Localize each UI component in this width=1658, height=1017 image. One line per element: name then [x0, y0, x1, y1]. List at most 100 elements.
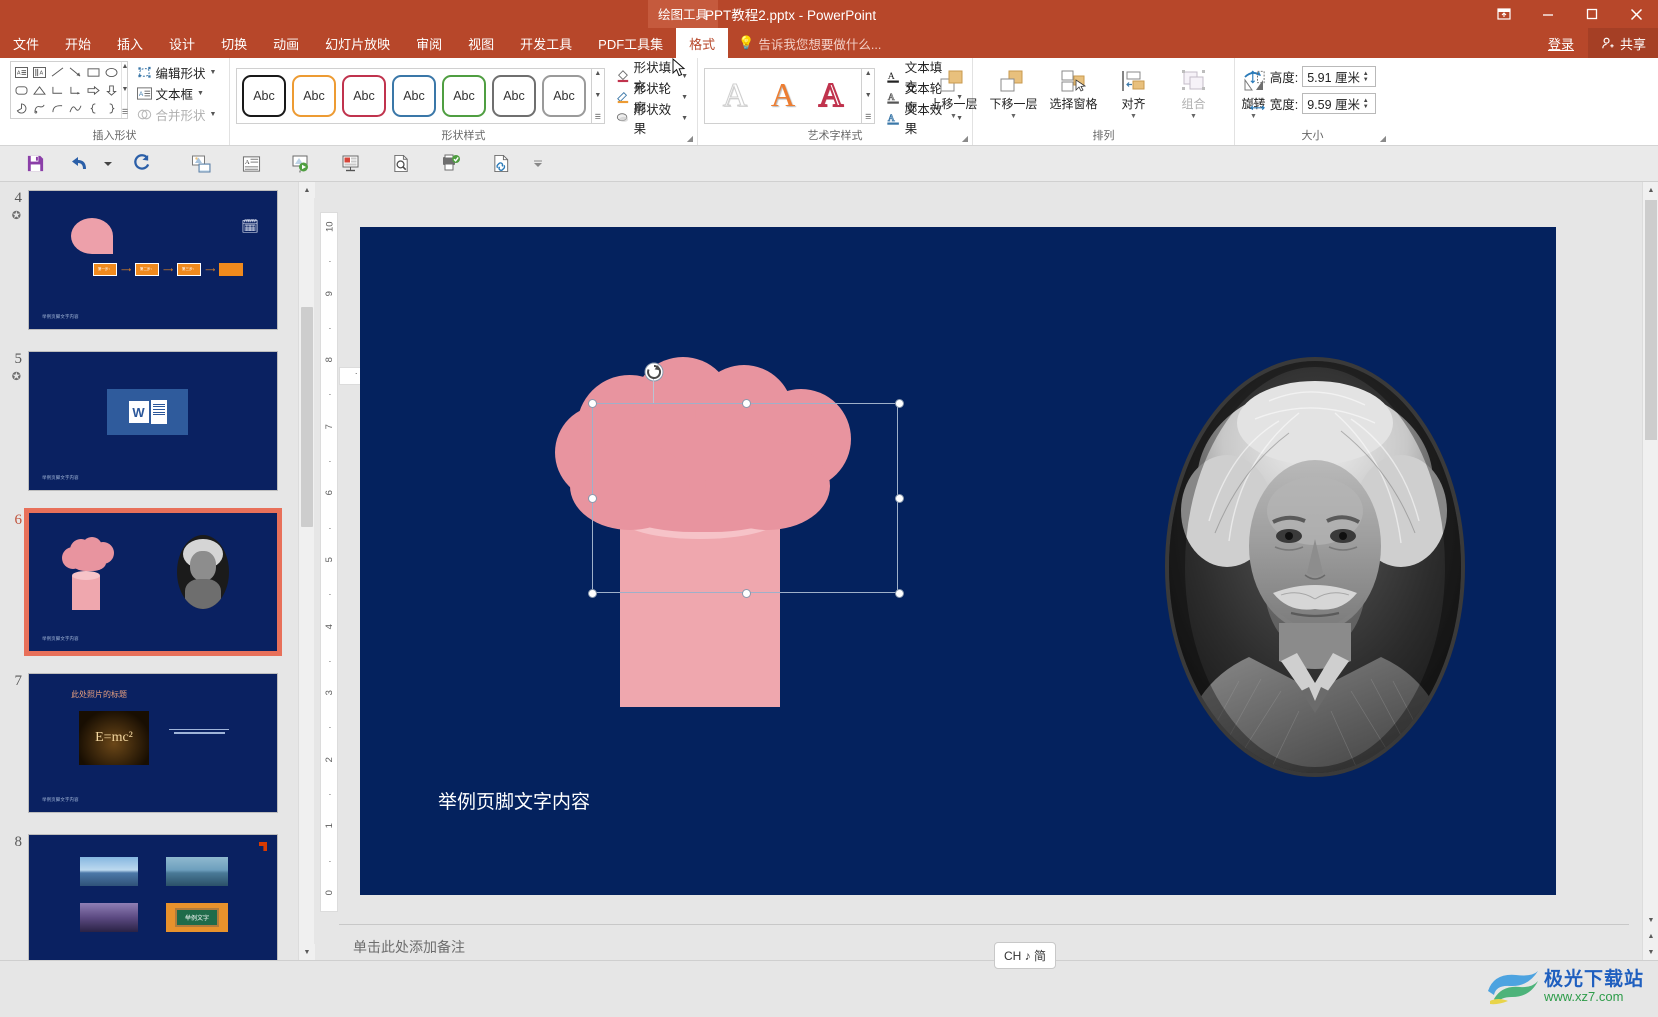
shape-style-swatch[interactable]: Abc [342, 75, 386, 117]
styles-scroll-down-icon[interactable]: ▼ [594, 92, 601, 100]
shape-effects-button[interactable]: 形状效果 ▼ [613, 103, 691, 136]
portrait-image[interactable] [1165, 357, 1465, 777]
slide-thumbnail-item-selected[interactable]: 6 举例页脚文字内容 [0, 508, 298, 656]
slide-thumb-5[interactable]: W 举例页脚文字内容 [28, 351, 278, 491]
shape-right-brace-icon[interactable] [103, 99, 121, 117]
selection-pane-button[interactable]: 选择窗格 [1044, 64, 1104, 111]
slide-thumb-4[interactable]: 🗓 第一步： ⟶ 第二步： ⟶ 第三步： ⟶ 举例页脚文字内容 [28, 190, 278, 330]
shape-triangle-icon[interactable] [31, 81, 49, 99]
resize-handle-s[interactable] [742, 589, 751, 598]
chevron-down-icon[interactable]: ▼ [681, 94, 688, 101]
width-stepper[interactable]: ▲ ▼ [1360, 98, 1371, 110]
thumbnail-pane-scrollbar[interactable]: ▲ ▼ [298, 182, 315, 960]
tab-developer[interactable]: 开发工具 [507, 28, 585, 58]
next-slide-icon[interactable]: ▼ [1643, 944, 1658, 960]
shape-ellipse-icon[interactable] [103, 63, 121, 81]
styles-scroll-up-icon[interactable]: ▲ [594, 70, 601, 78]
tab-home[interactable]: 开始 [52, 28, 104, 58]
start-presentation-icon[interactable] [176, 148, 226, 180]
tab-slideshow[interactable]: 幻灯片放映 [312, 28, 403, 58]
bring-forward-button[interactable]: 上移一层 ▼ [924, 64, 984, 120]
ime-indicator[interactable]: CH ♪ 简 [994, 942, 1057, 969]
shape-style-swatch[interactable]: Abc [442, 75, 486, 117]
shape-elbow-arrow-icon[interactable] [67, 81, 85, 99]
slide-thumbnail-item[interactable]: 4 ✪ 🗓 第一步： ⟶ 第二步： ⟶ 第三步： ⟶ 举例页脚文字内容 [0, 190, 298, 330]
chevron-down-icon[interactable]: ▼ [681, 115, 688, 122]
wordart-styles-gallery[interactable]: A A A [704, 68, 862, 124]
slide-thumbnail-item[interactable]: 5 ✪ W 举例页脚文字内容 [0, 351, 298, 491]
sign-in-link[interactable]: 登录 [1534, 34, 1588, 53]
shape-arrow-icon[interactable] [67, 63, 85, 81]
text-box-button[interactable]: A 文本框 ▼ [134, 84, 220, 102]
tab-design[interactable]: 设计 [156, 28, 208, 58]
shape-arc-icon[interactable] [49, 99, 67, 117]
scrollbar-thumb[interactable] [301, 307, 313, 527]
wordart-styles-dialog-launcher[interactable]: ◢ [962, 134, 968, 143]
undo-icon[interactable] [60, 148, 100, 180]
minimize-button[interactable] [1526, 0, 1570, 28]
resize-handle-ne[interactable] [895, 399, 904, 408]
chevron-down-icon[interactable]: ▼ [210, 69, 217, 76]
tab-review[interactable]: 审阅 [403, 28, 455, 58]
height-stepper[interactable]: ▲ ▼ [1360, 71, 1371, 83]
shape-styles-dialog-launcher[interactable]: ◢ [687, 134, 693, 143]
tab-file[interactable]: 文件 [0, 28, 52, 58]
shape-rectangle-icon[interactable] [85, 63, 103, 81]
wordart-scroll-down-icon[interactable]: ▼ [865, 92, 872, 100]
shape-rounded-rect-icon[interactable] [13, 81, 31, 99]
send-backward-button[interactable]: 下移一层 ▼ [984, 64, 1044, 120]
export-pdf-icon[interactable] [426, 148, 476, 180]
scroll-down-icon[interactable]: ▼ [1643, 912, 1658, 928]
resize-handle-e[interactable] [895, 494, 904, 503]
wordart-swatch[interactable]: A [711, 74, 759, 118]
shape-right-arrow-icon[interactable] [85, 81, 103, 99]
tab-transitions[interactable]: 切换 [208, 28, 260, 58]
wordart-gallery-more-icon[interactable]: ☰ [865, 114, 871, 122]
scroll-up-icon[interactable]: ▲ [1643, 182, 1658, 198]
chevron-down-icon[interactable]: ▼ [1130, 113, 1137, 120]
hyperlink-icon[interactable] [476, 148, 526, 180]
shape-style-swatch[interactable]: Abc [242, 75, 286, 117]
shape-freeform-icon[interactable] [31, 99, 49, 117]
previous-slide-icon[interactable]: ▲ [1643, 928, 1658, 944]
qat-more-icon[interactable] [526, 148, 550, 180]
size-dialog-launcher[interactable]: ◢ [1380, 134, 1386, 143]
shape-styles-scrollbar[interactable]: ▲ ▼ ☰ [592, 68, 605, 124]
resize-handle-w[interactable] [588, 494, 597, 503]
redo-icon[interactable] [116, 148, 166, 180]
notes-pane[interactable]: 单击此处添加备注 [339, 924, 1629, 964]
resize-handle-nw[interactable] [588, 399, 597, 408]
wordart-swatch[interactable]: A [759, 74, 807, 118]
align-button[interactable]: 对齐 ▼ [1104, 64, 1164, 120]
height-input[interactable]: 5.91 厘米 ▲ ▼ [1302, 66, 1377, 87]
share-button[interactable]: 共享 [1587, 28, 1658, 58]
slide-thumb-7[interactable]: 此处照片的标题 E=mc² 举例页脚文字内容 [28, 673, 278, 813]
shape-style-swatch[interactable]: Abc [492, 75, 536, 117]
shape-style-swatch[interactable]: Abc [292, 75, 336, 117]
shape-line-icon[interactable] [49, 63, 67, 81]
tell-me-box[interactable]: 💡 告诉我您想要做什么... [728, 28, 891, 58]
shape-styles-gallery[interactable]: Abc Abc Abc Abc Abc Abc Abc [236, 68, 592, 124]
chevron-down-icon[interactable]: ▼ [950, 113, 957, 120]
slide-area-scrollbar[interactable]: ▲ ▼ ▲ ▼ [1642, 182, 1658, 960]
presenter-view-icon[interactable] [326, 148, 376, 180]
wordart-styles-scrollbar[interactable]: ▲ ▼ ☰ [862, 68, 876, 124]
resize-handle-se[interactable] [895, 589, 904, 598]
tab-pdf-tools[interactable]: PDF工具集 [585, 28, 676, 58]
tab-view[interactable]: 视图 [455, 28, 507, 58]
close-button[interactable] [1614, 0, 1658, 28]
slide-thumbnail-pane[interactable]: 4 ✪ 🗓 第一步： ⟶ 第二步： ⟶ 第三步： ⟶ 举例页脚文字内容 5 ✪ [0, 182, 298, 960]
slide-thumb-6[interactable]: 举例页脚文字内容 [24, 508, 282, 656]
chevron-down-icon[interactable]: ▼ [1010, 113, 1017, 120]
tab-format[interactable]: 格式 [676, 28, 729, 58]
save-icon[interactable] [10, 148, 60, 180]
ribbon-display-options-icon[interactable] [1482, 0, 1526, 28]
print-preview-icon[interactable] [376, 148, 426, 180]
tab-insert[interactable]: 插入 [104, 28, 156, 58]
shape-pie-icon[interactable] [13, 99, 31, 117]
rotate-handle-icon[interactable] [644, 362, 664, 382]
edit-shape-button[interactable]: 编辑形状 ▼ [134, 63, 220, 81]
slide-thumb-8[interactable]: 举例文字 [28, 834, 278, 960]
shape-selection-frame[interactable] [588, 399, 904, 598]
wordart-scroll-up-icon[interactable]: ▲ [865, 70, 872, 78]
